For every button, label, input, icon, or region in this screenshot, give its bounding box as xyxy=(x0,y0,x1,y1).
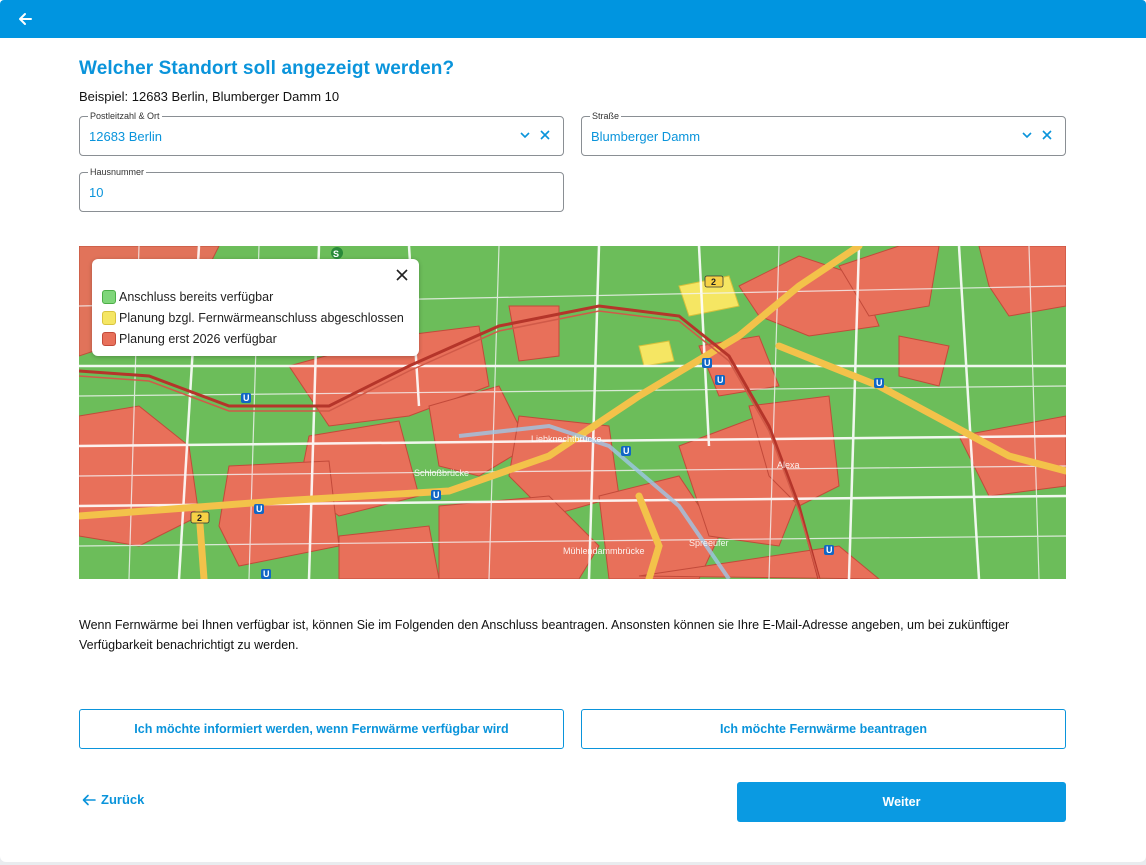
back-label: Zurück xyxy=(101,792,145,807)
svg-text:U: U xyxy=(256,504,263,514)
route-badge: 2 xyxy=(711,277,716,287)
house-number-field[interactable]: Hausnummer 10 xyxy=(79,166,564,212)
postal-city-value[interactable]: 12683 Berlin xyxy=(89,129,162,144)
street-field[interactable]: Straße Blumberger Damm xyxy=(581,110,1066,156)
postal-city-label: Postleitzahl & Ort xyxy=(88,110,162,122)
house-number-label: Hausnummer xyxy=(88,166,147,178)
top-bar xyxy=(0,0,1146,38)
address-example: Beispiel: 12683 Berlin, Blumberger Damm … xyxy=(79,89,340,104)
info-text: Wenn Fernwärme bei Ihnen verfügbar ist, … xyxy=(79,618,1010,652)
map-label-muehlendammbruecke: Mühlendammbrücke xyxy=(563,546,645,556)
house-number-value[interactable]: 10 xyxy=(89,185,103,200)
legend-label-later: Planung erst 2026 verfügbar xyxy=(119,332,277,346)
legend-swatch-later xyxy=(102,332,116,346)
district-heating-map[interactable]: U U U U U U U U U S 2 2 Liebknechtbrücke… xyxy=(79,246,1066,579)
clear-icon[interactable] xyxy=(539,129,551,141)
page-title: Welcher Standort soll angezeigt werden? xyxy=(79,58,455,79)
clear-icon[interactable] xyxy=(1041,129,1053,141)
legend-label-planned: Planung bzgl. Fernwärmeanschluss abgesch… xyxy=(119,311,404,325)
chevron-down-icon[interactable] xyxy=(1021,129,1033,141)
svg-text:U: U xyxy=(243,393,250,403)
svg-text:U: U xyxy=(623,446,630,456)
map-label-spreeufer: Spreeufer xyxy=(689,538,729,548)
arrow-left-icon[interactable] xyxy=(14,9,36,29)
legend-swatch-planned xyxy=(102,311,116,325)
notify-button[interactable]: Ich möchte informiert werden, wenn Fernw… xyxy=(79,709,564,749)
svg-text:U: U xyxy=(826,545,833,555)
close-icon[interactable] xyxy=(395,268,409,282)
svg-text:S: S xyxy=(333,249,339,259)
app-window: Welcher Standort soll angezeigt werden? … xyxy=(0,0,1146,862)
legend-item-available: Anschluss bereits verfügbar xyxy=(102,289,273,305)
apply-button[interactable]: Ich möchte Fernwärme beantragen xyxy=(581,709,1066,749)
back-button[interactable]: Zurück xyxy=(82,792,144,807)
map-legend: Anschluss bereits verfügbar Planung bzgl… xyxy=(92,259,419,356)
map-label-schlossbruecke: Schloßbrücke xyxy=(414,468,469,478)
next-button[interactable]: Weiter xyxy=(737,782,1066,822)
svg-text:U: U xyxy=(717,375,724,385)
legend-swatch-available xyxy=(102,290,116,304)
svg-text:U: U xyxy=(704,358,711,368)
postal-city-field[interactable]: Postleitzahl & Ort 12683 Berlin xyxy=(79,110,564,156)
street-label: Straße xyxy=(590,110,622,122)
legend-label-available: Anschluss bereits verfügbar xyxy=(119,290,274,304)
svg-text:U: U xyxy=(876,378,883,388)
street-value[interactable]: Blumberger Damm xyxy=(591,129,700,144)
arrow-left-icon xyxy=(82,794,96,805)
map-label-alexa: Alexa xyxy=(777,460,800,470)
legend-item-later: Planung erst 2026 verfügbar xyxy=(102,331,277,347)
route-badge: 2 xyxy=(197,513,202,523)
svg-text:U: U xyxy=(433,490,440,500)
svg-text:U: U xyxy=(263,569,270,579)
map-label-liebknechtbruecke: Liebknechtbrücke xyxy=(531,434,602,444)
legend-item-planned: Planung bzgl. Fernwärmeanschluss abgesch… xyxy=(102,310,404,326)
chevron-down-icon[interactable] xyxy=(519,129,531,141)
